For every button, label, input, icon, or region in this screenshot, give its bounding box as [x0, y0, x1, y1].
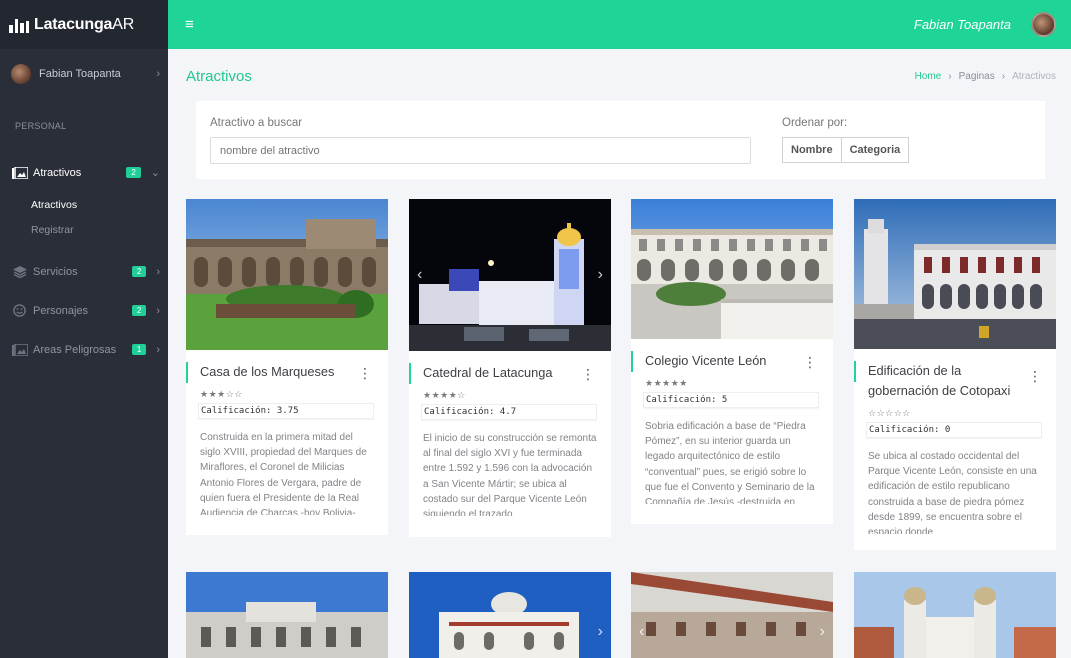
top-header: ≡ Fabian Toapanta	[168, 0, 1071, 49]
search-label: Atractivo a buscar	[210, 117, 303, 129]
card-image	[854, 572, 1056, 658]
chevron-right-icon: ›	[1001, 71, 1006, 82]
star-rating: ★★★★☆	[423, 390, 466, 400]
sidebar-item-label: Areas Peligrosas	[33, 343, 117, 356]
card-image	[854, 199, 1056, 349]
card-description: Construida en la primera mitad del siglo…	[200, 432, 367, 515]
count-badge: 2	[131, 266, 147, 277]
header-user-name[interactable]: Fabian Toapanta	[914, 17, 1011, 32]
brand-name-bold: Latacunga	[34, 15, 113, 33]
order-by-category-button[interactable]: Categoria	[841, 137, 910, 163]
rating-value: Calificación: 4.7	[421, 404, 597, 420]
count-badge: 1	[131, 344, 147, 355]
card-image	[631, 199, 833, 339]
carousel-next-icon[interactable]: ›	[820, 623, 825, 641]
sidebar-subitem-atractivos[interactable]: Atractivos	[0, 192, 168, 217]
card-description: El inicio de su construcción se remonta …	[423, 433, 597, 516]
sidebar-subitem-registrar[interactable]: Registrar	[0, 217, 168, 242]
chevron-right-icon: ›	[156, 265, 160, 278]
count-badge: 2	[126, 167, 141, 178]
attraction-card[interactable]: Casa de los Marqueses ⋮ ★★★☆☆ Calificaci…	[186, 199, 388, 535]
sidebar-item-label: Atractivos	[33, 166, 82, 179]
count-badge: 2	[131, 305, 147, 316]
sidebar-section-label: PERSONAL	[15, 121, 67, 131]
hamburger-menu-icon[interactable]: ≡	[185, 16, 194, 33]
breadcrumb-current: Atractivos	[1012, 71, 1056, 82]
card-header: Edificación de la gobernación de Cotopax…	[854, 349, 1056, 401]
avatar	[11, 64, 31, 84]
card-image: ‹ ›	[409, 199, 611, 351]
brand-name: LatacungaAR	[34, 16, 134, 34]
avatar[interactable]	[1031, 12, 1056, 37]
sidebar-item-areas-peligrosas[interactable]: Areas Peligrosas 1 ›	[0, 330, 168, 369]
layers-icon	[11, 265, 28, 278]
order-label: Ordenar por:	[782, 117, 848, 129]
carousel-next-icon[interactable]: ›	[598, 266, 603, 284]
chevron-right-icon: ›	[156, 304, 160, 317]
order-by-name-button[interactable]: Nombre	[782, 137, 842, 163]
card-image	[186, 572, 388, 658]
more-options-icon[interactable]: ⋮	[803, 355, 817, 369]
image-gallery-icon	[11, 343, 28, 356]
chevron-down-icon: ⌄	[150, 167, 160, 179]
attraction-card[interactable]: Colegio Vicente León ⋮ ★★★★★ Calificació…	[631, 199, 833, 524]
search-panel: Atractivo a buscar Ordenar por: Nombre C…	[196, 101, 1045, 179]
attraction-card[interactable]: ‹ ›	[631, 572, 833, 658]
sidebar-item-servicios[interactable]: Servicios 2 ›	[0, 252, 168, 291]
carousel-prev-icon[interactable]: ‹	[417, 266, 422, 284]
star-rating: ☆☆☆☆☆	[868, 408, 911, 418]
image-gallery-icon	[11, 166, 28, 179]
card-description: Se ubica al costado occidental del Parqu…	[868, 451, 1037, 534]
breadcrumb: Home › Paginas › Atractivos	[915, 71, 1056, 82]
chevron-right-icon: ›	[156, 68, 160, 80]
carousel-prev-icon[interactable]: ‹	[639, 623, 644, 641]
sidebar-item-personajes[interactable]: Personajes 2 ›	[0, 291, 168, 330]
star-rating: ★★★★★	[645, 378, 688, 388]
brand-name-light: AR	[112, 15, 135, 33]
card-title[interactable]: Edificación de la gobernación de Cotopax…	[868, 361, 1030, 401]
breadcrumb-paginas[interactable]: Paginas	[959, 71, 995, 82]
card-image: ›	[409, 572, 611, 658]
attraction-card[interactable]	[854, 572, 1056, 658]
card-image: ‹ ›	[631, 572, 833, 658]
more-options-icon[interactable]: ⋮	[581, 367, 595, 381]
order-button-group: Nombre Categoria	[782, 137, 910, 163]
rating-value: Calificación: 3.75	[198, 403, 374, 419]
attraction-card[interactable]: ‹ › Catedral de Latacunga ⋮ ★★★★☆ Califi…	[409, 199, 611, 537]
city-logo-icon	[9, 17, 29, 33]
card-image	[186, 199, 388, 350]
sidebar-item-label: Personajes	[33, 304, 89, 317]
smiley-icon	[11, 304, 28, 317]
more-options-icon[interactable]: ⋮	[358, 366, 372, 380]
chevron-right-icon: ›	[948, 71, 952, 82]
more-options-icon[interactable]: ⋮	[1028, 369, 1042, 383]
sidebar-item-label: Servicios	[33, 265, 78, 278]
attraction-card[interactable]: Edificación de la gobernación de Cotopax…	[854, 199, 1056, 550]
card-header: Colegio Vicente León ⋮	[631, 339, 833, 372]
card-title[interactable]: Casa de los Marqueses	[200, 362, 362, 382]
card-description: Sobria edificación a base de “Piedra Póm…	[645, 421, 815, 504]
sidebar: LatacungaAR Fabian Toapanta › PERSONAL A…	[0, 0, 168, 658]
attraction-card[interactable]	[186, 572, 388, 658]
card-title[interactable]: Colegio Vicente León	[645, 351, 807, 371]
card-header: Catedral de Latacunga ⋮	[409, 351, 611, 384]
card-header: Casa de los Marqueses ⋮	[186, 350, 388, 383]
carousel-next-icon[interactable]: ›	[598, 623, 603, 641]
chevron-right-icon: ›	[156, 343, 160, 356]
sidebar-user[interactable]: Fabian Toapanta ›	[0, 49, 168, 99]
sidebar-item-atractivos[interactable]: Atractivos 2 ⌄	[0, 153, 168, 192]
card-title[interactable]: Catedral de Latacunga	[423, 363, 585, 383]
attraction-card[interactable]: ›	[409, 572, 611, 658]
search-input[interactable]	[210, 137, 751, 164]
rating-value: Calificación: 0	[866, 422, 1042, 438]
page-title: Atractivos	[186, 68, 252, 85]
rating-value: Calificación: 5	[643, 392, 819, 408]
breadcrumb-home[interactable]: Home	[915, 71, 942, 82]
star-rating: ★★★☆☆	[200, 389, 243, 399]
sidebar-user-name: Fabian Toapanta	[39, 68, 121, 80]
brand[interactable]: LatacungaAR	[0, 0, 168, 49]
